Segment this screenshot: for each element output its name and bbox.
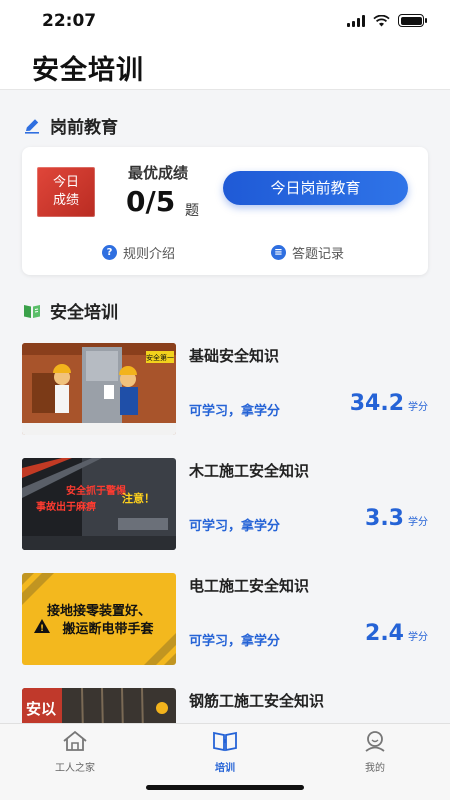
course-item[interactable]: 安全第一 基础安全知识 可学习，拿学分 34.2 学分: [22, 343, 430, 435]
status-icons: [347, 14, 427, 27]
course-subtitle: 可学习，拿学分: [189, 519, 281, 534]
course-title: 钢筋工施工安全知识: [189, 692, 325, 710]
course-credit: 2.4 学分: [365, 621, 428, 646]
signal-icon: [347, 14, 365, 27]
home-indicator: [146, 785, 304, 790]
thumb-slogan-1: 安全抓于警惕: [66, 484, 126, 497]
rules-link[interactable]: ? 规则介绍: [102, 243, 175, 262]
thumb-slogan-2: 事故出于麻痹: [36, 500, 96, 513]
thumb-slogan: 安以: [26, 700, 56, 718]
course-title: 木工施工安全知识: [189, 462, 310, 480]
course-title: 基础安全知识: [189, 347, 280, 365]
tab-home[interactable]: 工人之家: [30, 730, 120, 774]
wifi-icon: [373, 14, 390, 26]
tab-home-label: 工人之家: [55, 763, 95, 774]
book-icon: [213, 731, 237, 752]
status-bar: 22:07: [0, 0, 450, 44]
thumb-slogan-1: 接地接零装置好、: [47, 603, 151, 619]
course-title: 电工施工安全知识: [189, 577, 310, 595]
thumb-slogan-2: 搬运断电带手套: [62, 621, 154, 637]
page-title: 安全培训: [32, 55, 144, 86]
today-pre-job-button[interactable]: 今日岗前教育: [223, 171, 408, 205]
badge-line-2: 成绩: [52, 193, 79, 208]
open-book-icon: [24, 304, 40, 318]
course-item[interactable]: 接地接零装置好、 ! 搬运断电带手套 电工施工安全知识 可学习，拿学分 2.4 …: [22, 573, 430, 665]
section-head-pre-job: 岗前教育: [22, 113, 118, 138]
course-subtitle: 可学习，拿学分: [189, 404, 281, 419]
today-score-badge: 今日 成绩: [37, 167, 95, 217]
course-thumbnail: 接地接零装置好、 ! 搬运断电带手套: [22, 573, 176, 665]
section-title-pre-job: 岗前教育: [50, 118, 118, 138]
best-score-value: 0/5: [126, 185, 176, 218]
tab-profile-label: 我的: [365, 763, 385, 774]
pencil-icon: [25, 118, 39, 134]
header: 安全培训: [0, 44, 450, 90]
section-title-training: 安全培训: [50, 303, 118, 323]
thumb-slogan-3: 注意！: [122, 491, 155, 505]
best-score-label: 最优成绩: [128, 164, 189, 182]
thumb-sign: 安全第一: [146, 353, 174, 362]
course-subtitle: 可学习，拿学分: [189, 634, 281, 649]
credit-value: 3.3: [365, 506, 404, 531]
list-icon: ≡: [271, 245, 286, 260]
course-thumbnail: 安全抓于警惕 事故出于麻痹 注意！: [22, 458, 176, 550]
best-score-unit: 题: [185, 203, 199, 219]
credit-unit: 学分: [408, 517, 428, 528]
tab-training[interactable]: 培训: [180, 730, 270, 774]
course-credit: 34.2 学分: [350, 391, 428, 416]
credit-unit: 学分: [408, 402, 428, 413]
course-item[interactable]: 安全抓于警惕 事故出于麻痹 注意！ 木工施工安全知识 可学习，拿学分 3.3 学…: [22, 458, 430, 550]
svg-text:!: !: [40, 624, 44, 634]
credit-unit: 学分: [408, 632, 428, 643]
course-thumbnail: 安以: [22, 688, 176, 723]
status-time: 22:07: [42, 11, 97, 31]
credit-value: 2.4: [365, 621, 404, 646]
badge-line-1: 今日: [52, 175, 79, 190]
question-icon: ?: [102, 245, 117, 260]
credit-value: 34.2: [349, 391, 404, 416]
course-credit: 3.3 学分: [365, 506, 428, 531]
section-head-training: 安全培训: [22, 298, 118, 323]
home-icon: [63, 730, 87, 751]
course-item[interactable]: 安以 钢筋工施工安全知识: [22, 688, 430, 723]
rules-link-label: 规则介绍: [123, 247, 176, 262]
pre-job-card: 今日 成绩 最优成绩 0/5 题 今日岗前教育 ? 规则介绍 ≡ 答题记录: [22, 147, 428, 275]
answer-records-label: 答题记录: [292, 247, 345, 262]
course-thumbnail: 安全第一: [22, 343, 176, 435]
tab-training-label: 培训: [215, 763, 235, 774]
tab-profile[interactable]: 我的: [330, 730, 420, 774]
battery-icon: [398, 14, 427, 27]
main-content[interactable]: 岗前教育 今日 成绩 最优成绩 0/5 题 今日岗前教育 ? 规则介绍 ≡ 答题…: [0, 91, 450, 723]
answer-records-link[interactable]: ≡ 答题记录: [271, 243, 344, 262]
profile-icon: [365, 731, 385, 752]
